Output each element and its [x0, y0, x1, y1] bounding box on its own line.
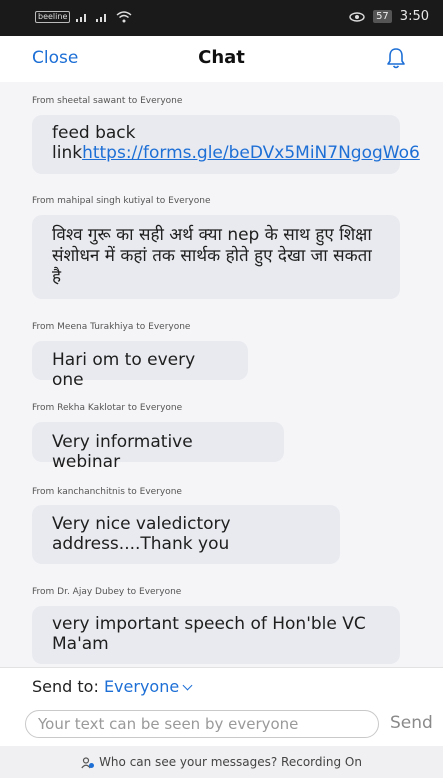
message-sender: From Meena Turakhiya to Everyone: [32, 322, 191, 332]
message-bubble: feed back linkhttps://forms.gle/beDVx5Mi…: [32, 115, 420, 174]
message-text: Very nice valedictory address....Thank y…: [52, 514, 231, 554]
send-to-value: Everyone: [103, 677, 180, 696]
message-text: Very informative webinar: [52, 432, 193, 472]
message-input[interactable]: [25, 710, 379, 738]
chevron-down-icon: [182, 680, 193, 691]
bell-icon[interactable]: [385, 46, 407, 70]
signal-icon: [96, 14, 107, 22]
signal-icon: [76, 14, 87, 22]
chat-messages[interactable]: From sheetal sawant to Everyone feed bac…: [0, 82, 443, 667]
message-bubble: Hari om to every one: [32, 341, 248, 390]
wifi-icon: [116, 11, 132, 23]
carrier-label: beeline: [35, 11, 71, 23]
message-text: very important speech of Hon'ble VC Ma'a…: [52, 614, 366, 654]
page-title: Chat: [198, 47, 245, 68]
send-to-row: Send to: Everyone: [32, 677, 193, 696]
message-sender: From mahipal singh kutiyal to Everyone: [32, 196, 211, 206]
message-sender: From sheetal sawant to Everyone: [32, 96, 183, 106]
send-button[interactable]: Send: [390, 713, 433, 733]
message-sender: From Dr. Ajay Dubey to Everyone: [32, 587, 182, 597]
people-icon: [81, 756, 95, 768]
eye-icon: [349, 11, 365, 22]
footer-info[interactable]: Who can see your messages? Recording On: [0, 746, 443, 778]
divider: [0, 667, 443, 668]
footer-text: Who can see your messages? Recording On: [99, 755, 362, 769]
message-sender: From Rekha Kaklotar to Everyone: [32, 403, 183, 413]
send-to-dropdown[interactable]: Everyone: [103, 677, 193, 696]
battery-indicator: 57: [373, 10, 392, 23]
message-sender: From kanchanchitnis to Everyone: [32, 487, 182, 497]
message-bubble: Very informative webinar: [32, 422, 284, 472]
send-to-label: Send to:: [32, 677, 99, 696]
status-right: 57 3:50: [349, 9, 429, 24]
status-left: beeline: [35, 11, 132, 23]
chat-header: Close Chat: [0, 36, 443, 82]
message-bubble: very important speech of Hon'ble VC Ma'a…: [32, 606, 400, 664]
clock: 3:50: [399, 9, 429, 24]
message-bubble: Very nice valedictory address....Thank y…: [32, 505, 340, 564]
message-link[interactable]: https://forms.gle/beDVx5MiN7NgogWo6: [82, 143, 420, 163]
message-text: विश्व गुरू का सही अर्थ क्या nep के साथ ह…: [52, 225, 372, 287]
message-bubble: विश्व गुरू का सही अर्थ क्या nep के साथ ह…: [32, 215, 400, 299]
status-bar: beeline 57 3:50: [0, 0, 443, 36]
message-text: Hari om to every one: [52, 350, 196, 390]
